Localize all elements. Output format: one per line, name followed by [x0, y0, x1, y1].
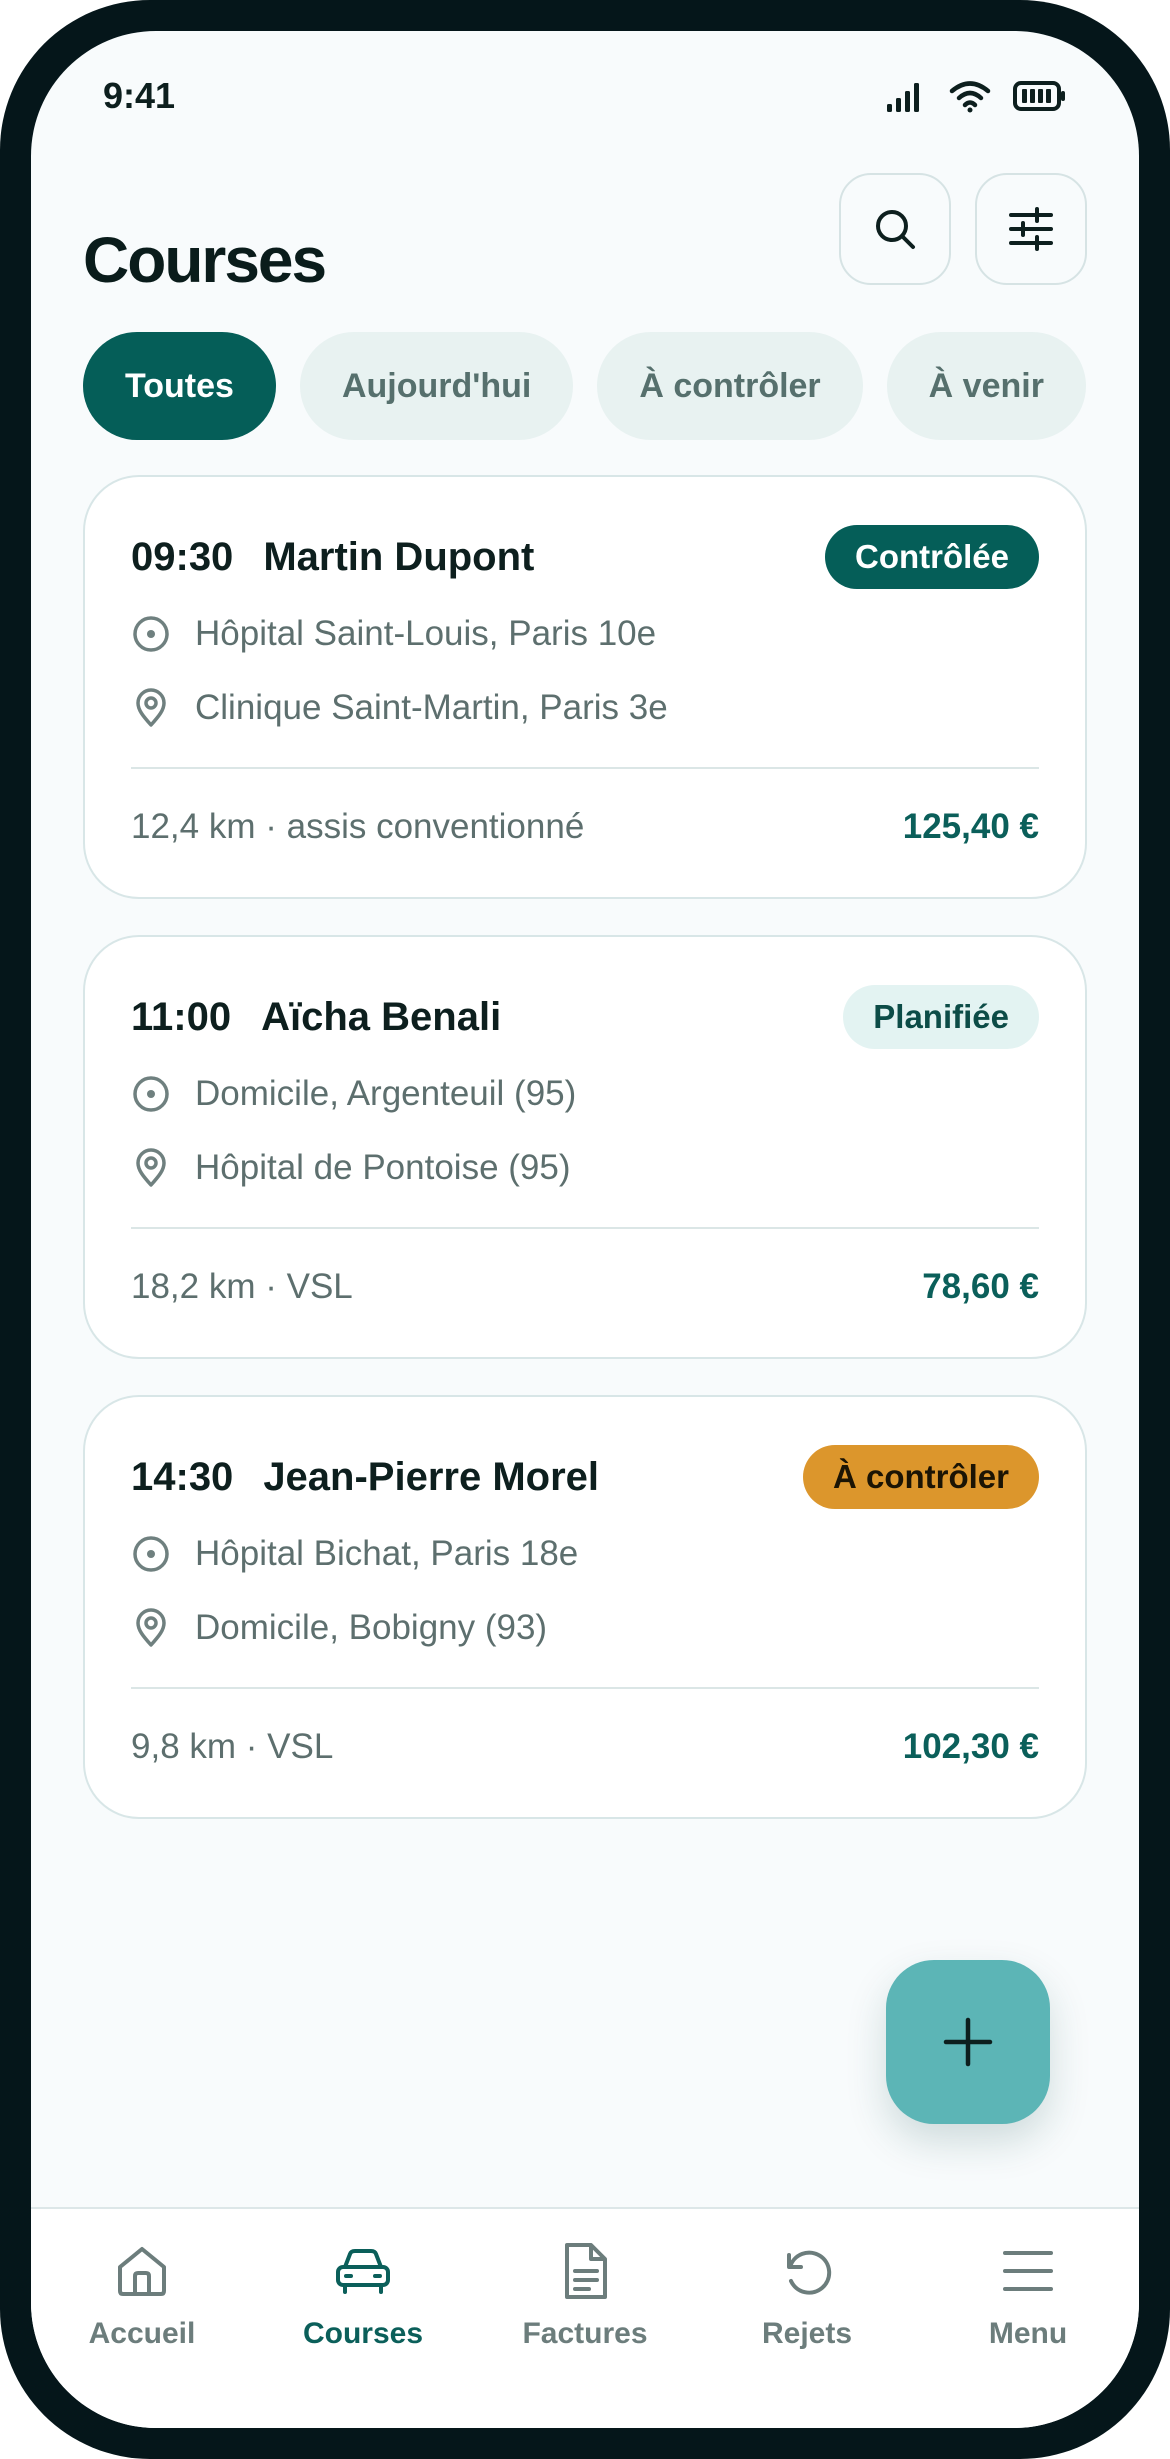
document-icon [565, 2243, 607, 2299]
search-icon [876, 210, 915, 249]
sliders-icon [1009, 207, 1053, 251]
chip-a-venir[interactable]: À venir [886, 332, 1086, 440]
origin-icon [133, 1536, 169, 1572]
status-badge: À contrôler [802, 1445, 1039, 1509]
status-icons [885, 79, 1067, 113]
location-pin-icon [136, 1148, 166, 1187]
pickup-row: Domicile, Argenteuil (95) [131, 1074, 576, 1114]
patient-name: Aïcha Benali [261, 994, 502, 1039]
card-divider [131, 767, 1039, 769]
tab-label: Menu [988, 2317, 1068, 2350]
ride-details: 18,2 km · VSL [131, 1267, 353, 1306]
tab-label: Accueil [88, 2317, 196, 2350]
chip-a-controler[interactable]: À contrôler [597, 332, 863, 440]
tab-label: Courses [302, 2317, 424, 2350]
card-divider [131, 1227, 1039, 1229]
dropoff-row: Domicile, Bobigny (93) [131, 1608, 547, 1648]
page-title: Courses [83, 224, 327, 296]
chip-aujourdhui[interactable]: Aujourd'hui [299, 332, 574, 440]
tab-factures[interactable]: Factures [485, 2209, 685, 2359]
status-badge: Contrôlée [824, 525, 1039, 589]
pickup-row: Hôpital Saint-Louis, Paris 10e [131, 614, 656, 654]
device-frame: 9:41 Courses Toutes Aujourd'hui À contrô… [0, 0, 1170, 2459]
dropoff-row: Hôpital de Pontoise (95) [131, 1148, 571, 1188]
app-screen: 9:41 Courses Toutes Aujourd'hui À contrô… [31, 31, 1139, 2428]
bottom-tab-bar: Accueil Courses Factures Rejets Menu [31, 2207, 1139, 2428]
pickup-address: Hôpital Bichat, Paris 18e [195, 1534, 579, 1573]
add-ride-button[interactable] [886, 1960, 1050, 2124]
card-divider [131, 1687, 1039, 1689]
ride-time: 11:00 [131, 994, 232, 1039]
plus-icon [943, 2017, 993, 2067]
patient-name: Martin Dupont [263, 534, 535, 579]
ride-time: 09:30 [131, 534, 234, 579]
battery-icon [1013, 81, 1065, 111]
ride-price: 78,60 € [922, 1267, 1039, 1306]
ride-details: 12,4 km · assis conventionné [131, 807, 585, 846]
filter-chips: Toutes Aujourd'hui À contrôler À venir [83, 332, 1087, 440]
home-icon [118, 2247, 166, 2296]
tab-courses[interactable]: Courses [263, 2209, 463, 2359]
rotate-icon [787, 2250, 832, 2295]
tab-accueil[interactable]: Accueil [42, 2209, 242, 2359]
patient-name: Jean-Pierre Morel [263, 1454, 600, 1499]
location-pin-icon [136, 1608, 166, 1647]
car-icon [336, 2249, 390, 2294]
ride-details: 9,8 km · VSL [131, 1727, 334, 1766]
search-button[interactable] [839, 173, 951, 285]
origin-icon [133, 616, 169, 652]
dropoff-address: Domicile, Bobigny (93) [195, 1608, 548, 1647]
location-pin-icon [136, 688, 166, 727]
ride-price: 125,40 € [902, 807, 1039, 846]
tab-menu[interactable]: Menu [928, 2209, 1128, 2359]
ride-card[interactable]: 09:30 Martin Dupont Contrôlée Hôpital Sa… [83, 475, 1087, 899]
status-badge: Planifiée [843, 985, 1039, 1049]
ride-card[interactable]: 14:30 Jean-Pierre Morel À contrôler Hôpi… [83, 1395, 1087, 1819]
tab-label: Factures [522, 2317, 648, 2350]
tab-rejets[interactable]: Rejets [707, 2209, 907, 2359]
ride-price: 102,30 € [902, 1727, 1039, 1766]
filter-button[interactable] [975, 173, 1087, 285]
tab-label: Rejets [761, 2317, 853, 2350]
dropoff-row: Clinique Saint-Martin, Paris 3e [131, 688, 668, 728]
dropoff-address: Hôpital de Pontoise (95) [195, 1148, 571, 1187]
ride-time: 14:30 [131, 1454, 234, 1499]
status-time: 9:41 [103, 75, 176, 116]
origin-icon [133, 1076, 169, 1112]
pickup-address: Hôpital Saint-Louis, Paris 10e [195, 614, 657, 653]
pickup-row: Hôpital Bichat, Paris 18e [131, 1534, 578, 1574]
signal-icon [887, 83, 919, 112]
pickup-address: Domicile, Argenteuil (95) [195, 1074, 577, 1113]
dropoff-address: Clinique Saint-Martin, Paris 3e [195, 688, 668, 727]
menu-icon [1003, 2251, 1053, 2291]
ride-card[interactable]: 11:00 Aïcha Benali Planifiée Domicile, A… [83, 935, 1087, 1359]
chip-toutes[interactable]: Toutes [83, 332, 276, 440]
wifi-icon [949, 81, 991, 113]
